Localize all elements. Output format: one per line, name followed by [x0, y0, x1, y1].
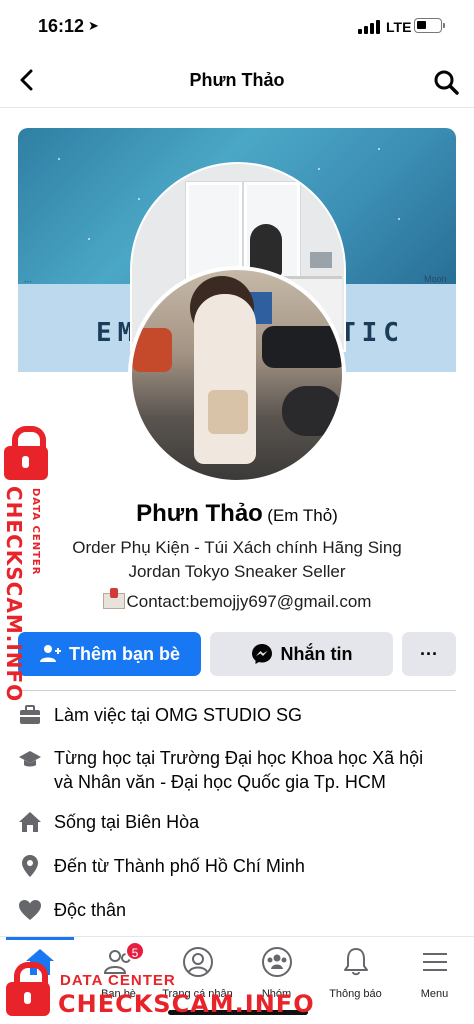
tab-label: Menu — [420, 988, 449, 1000]
profile-header: Phưn Thảo — [0, 56, 474, 108]
add-friend-button[interactable]: Thêm bạn bè — [18, 632, 201, 676]
bell-icon — [343, 948, 368, 976]
divider — [18, 690, 456, 691]
watermark-lock-icon — [6, 962, 50, 1016]
groups-tab-icon — [261, 947, 292, 977]
info-study-prefix: Từng học tại — [54, 748, 160, 768]
tab-menu[interactable]: Menu — [395, 945, 474, 1000]
cover-small-text: Moon — [424, 274, 447, 284]
more-options-icon: ··· — [420, 643, 438, 664]
info-from-value[interactable]: Thành phố Hồ Chí Minh — [114, 856, 305, 876]
cover-small-text: ... — [24, 274, 32, 284]
messenger-icon — [251, 644, 272, 664]
location-pin-icon — [22, 855, 38, 877]
message-label: Nhắn tin — [280, 643, 353, 664]
watermark-text: DATA CENTER — [60, 972, 176, 989]
cover-text: TIC — [340, 318, 405, 348]
watermark-text: CHECKSCAM.INFO — [2, 486, 26, 703]
contact-text: Contact:bemojjy697@gmail.com — [126, 592, 372, 611]
info-work-value[interactable]: OMG STUDIO SG — [155, 705, 302, 725]
home-icon — [19, 812, 41, 832]
profile-bio: Order Phụ Kiện - Túi Xách chính Hãng Sin… — [0, 536, 474, 614]
add-friend-label: Thêm bạn bè — [68, 643, 180, 664]
profile-tab-icon — [182, 947, 213, 977]
watermark-text: CHECKSCAM.INFO — [58, 990, 315, 1018]
profile-avatar[interactable] — [128, 266, 346, 484]
profile-name-main: Phưn Thảo — [136, 500, 263, 527]
active-tab-indicator — [6, 937, 74, 940]
graduation-cap-icon — [19, 751, 41, 767]
status-time: 16:12 — [38, 16, 85, 36]
network-type: LTE — [386, 19, 412, 35]
info-study-value-cont[interactable]: và Nhân văn - Đại học Quốc gia Tp. HCM — [54, 772, 386, 792]
profile-alt-name: (Em Thỏ) — [267, 506, 338, 525]
friends-badge: 5 — [125, 941, 145, 961]
info-live-prefix: Sống tại — [54, 812, 126, 832]
location-arrow-icon: ➤ — [88, 18, 99, 33]
info-relationship-value: Độc thân — [54, 900, 127, 920]
profile-name: Phưn Thảo (Em Thỏ) — [0, 500, 474, 528]
more-options-button[interactable]: ··· — [402, 632, 456, 676]
info-study-value[interactable]: Trường Đại học Khoa học Xã hội — [160, 748, 423, 768]
mail-icon — [102, 588, 125, 609]
watermark-lock-icon — [4, 426, 48, 480]
info-work-prefix: Làm việc tại — [54, 705, 156, 725]
info-from-prefix: Đến từ — [54, 856, 114, 876]
hamburger-menu-icon — [422, 953, 447, 971]
battery-icon — [414, 18, 445, 33]
briefcase-icon — [20, 705, 40, 724]
message-button[interactable]: Nhắn tin — [210, 632, 393, 676]
page-title: Phưn Thảo — [189, 70, 285, 90]
tab-notifications[interactable]: Thông báo — [316, 945, 395, 1000]
bio-line: Jordan Tokyo Sneaker Seller — [128, 562, 346, 581]
status-bar: 16:12 ➤ LTE — [0, 0, 474, 52]
bio-contact: Contact:bemojjy697@gmail.com — [0, 588, 474, 614]
heart-icon — [19, 900, 41, 920]
add-friend-icon — [39, 645, 61, 662]
watermark-text: DATA CENTER — [30, 488, 41, 576]
bio-line: Order Phụ Kiện - Túi Xách chính Hãng Sin… — [72, 538, 402, 557]
search-icon[interactable] — [432, 68, 460, 96]
tab-label: Thông báo — [329, 988, 382, 1000]
info-live-value[interactable]: Biên Hòa — [125, 812, 199, 832]
signal-icon — [358, 20, 380, 34]
